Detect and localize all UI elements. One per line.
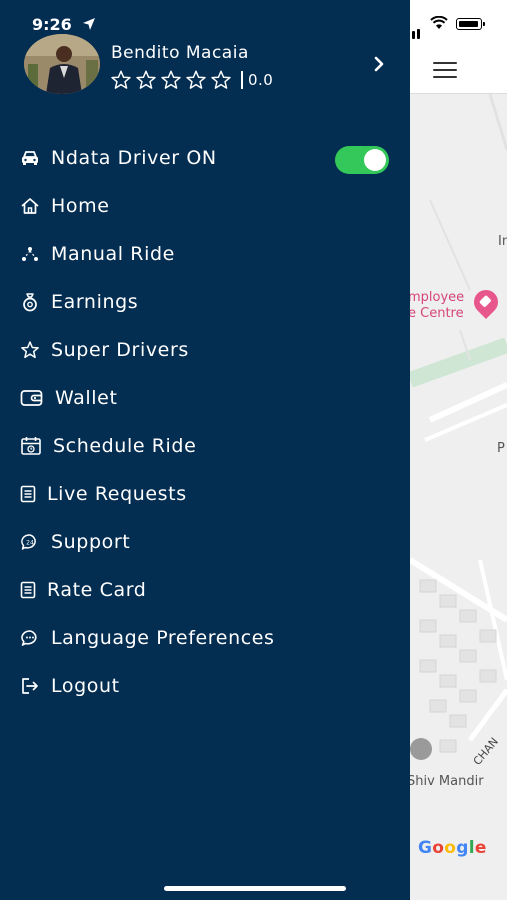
chat-icon — [19, 627, 41, 649]
menu-item-logout[interactable]: Logout — [0, 666, 410, 706]
menu-item-label: Manual Ride — [51, 243, 175, 265]
google-logo: Google — [418, 838, 487, 858]
star-empty-icon — [211, 70, 231, 89]
menu-item-label: Language Preferences — [51, 627, 275, 649]
rating-value: 0.0 — [248, 71, 274, 89]
menu-item-label: Super Drivers — [51, 339, 189, 361]
status-time: 9:26 — [32, 15, 72, 34]
star-empty-icon — [186, 70, 206, 89]
avatar-photo — [24, 34, 100, 94]
star-icon — [19, 339, 41, 361]
menu-item-label: Logout — [51, 675, 120, 697]
driver-status-toggle[interactable] — [335, 146, 389, 174]
menu-item-label: Live Requests — [47, 483, 187, 505]
menu-item-support[interactable]: 24 Support — [0, 522, 410, 562]
menu-item-label: Home — [51, 195, 110, 217]
star-empty-icon — [136, 70, 156, 89]
menu-item-rate-card[interactable]: Rate Card — [0, 570, 410, 610]
menu-item-label: Support — [51, 531, 131, 553]
map-label-temple: Shiv Mandir — [407, 774, 484, 789]
star-empty-icon — [111, 70, 131, 89]
menu-item-label: Earnings — [51, 291, 139, 313]
menu-item-home[interactable]: Home — [0, 186, 410, 226]
rating-separator — [241, 71, 243, 89]
menu-item-language[interactable]: Language Preferences — [0, 618, 410, 658]
home-indicator[interactable] — [164, 886, 346, 891]
status-bar-right — [400, 14, 500, 39]
profile-name: Bendito Macaia — [111, 43, 249, 63]
logout-icon — [19, 675, 41, 697]
calendar-icon — [19, 435, 43, 457]
list-icon — [19, 579, 37, 601]
menu-item-label: Wallet — [55, 387, 118, 409]
temple-pin-icon[interactable] — [410, 738, 432, 760]
menu-item-schedule-ride[interactable]: Schedule Ride — [0, 426, 410, 466]
menu-item-wallet[interactable]: Wallet — [0, 378, 410, 418]
map-label-edge-p: P — [497, 441, 505, 456]
home-icon — [19, 195, 41, 217]
menu-item-live-requests[interactable]: Live Requests — [0, 474, 410, 514]
wifi-icon — [430, 16, 448, 29]
menu-item-label: Schedule Ride — [53, 435, 197, 457]
menu-item-label: Rate Card — [47, 579, 147, 601]
wallet-icon — [19, 387, 45, 409]
menu-item-super-drivers[interactable]: Super Drivers — [0, 330, 410, 370]
rating-stars: 0.0 — [110, 68, 273, 92]
list-icon — [19, 483, 37, 505]
money-bag-icon — [19, 291, 41, 313]
car-icon — [19, 147, 41, 169]
map-label-employee-2: e Centre — [408, 306, 464, 321]
route-icon — [19, 243, 41, 265]
side-drawer: 9:26 Bendito Macaia 0.0 Ndata Driver ON — [0, 0, 410, 900]
avatar[interactable] — [24, 34, 100, 94]
map-label-edge-in: In — [498, 234, 507, 249]
star-empty-icon — [161, 70, 181, 89]
menu-item-manual-ride[interactable]: Manual Ride — [0, 234, 410, 274]
menu-item-earnings[interactable]: Earnings — [0, 282, 410, 322]
svg-text:24: 24 — [26, 540, 34, 547]
menu-item-label: Ndata Driver ON — [51, 147, 217, 169]
support-icon: 24 — [19, 531, 41, 553]
map-label-employee-1: mployee — [408, 290, 465, 305]
chevron-right-icon[interactable] — [372, 56, 386, 72]
location-arrow-icon — [83, 18, 95, 30]
battery-icon — [456, 18, 485, 30]
menu-icon[interactable] — [433, 62, 457, 80]
